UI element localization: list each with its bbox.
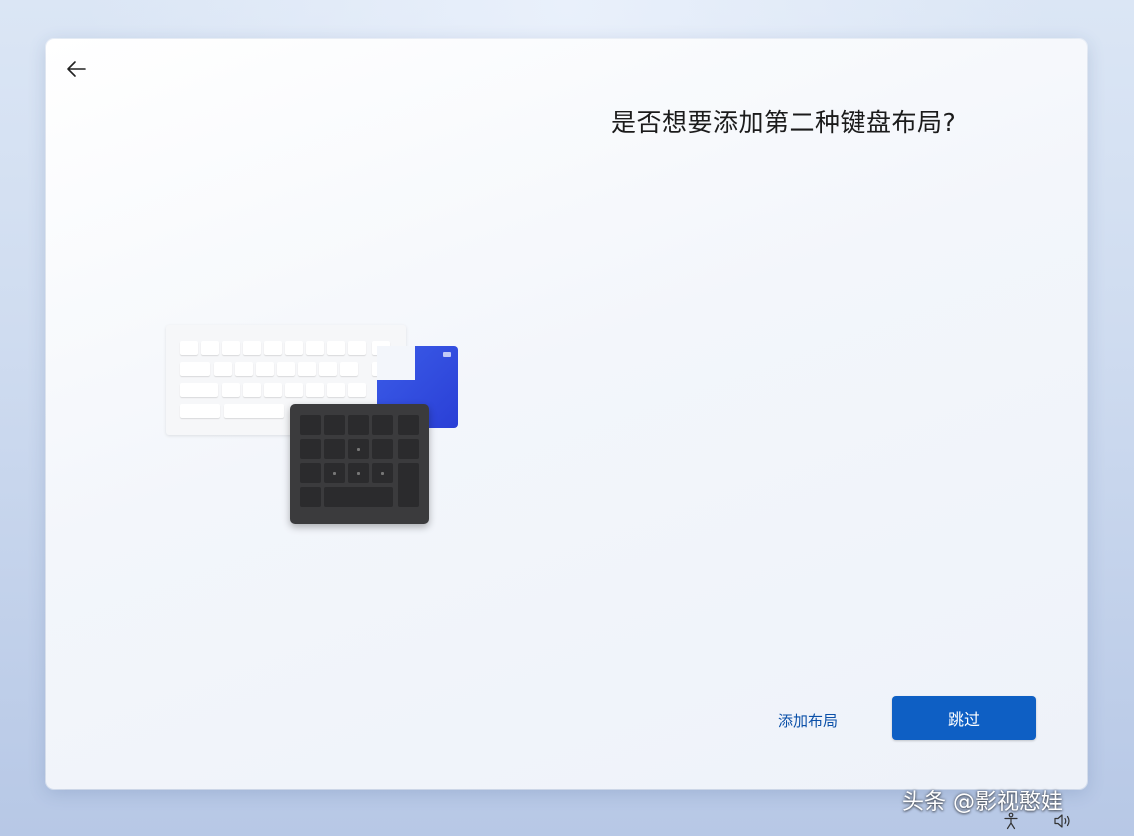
keyboard-key-graphic [306,383,324,397]
keyboard-key-graphic [214,362,232,376]
accessibility-icon[interactable] [1000,810,1022,832]
keyboard-key-graphic [243,383,261,397]
keyboard-key-graphic [180,383,218,397]
numpad-key-graphic [324,487,393,507]
keyboard-key-graphic [327,341,345,355]
keyboard-key-graphic [201,341,219,355]
numpad-key-graphic [348,463,369,483]
keyboard-key-graphic [180,362,210,376]
watermark-text: 头条 @影视憨娃 [902,790,1063,815]
keyboard-key-graphic [243,341,261,355]
keyboard-key-graphic [256,362,274,376]
keyboard-key-graphic [277,362,295,376]
numpad-key-graphic [300,463,321,483]
back-button[interactable] [60,53,92,85]
volume-icon[interactable] [1052,810,1074,832]
keyboard-key-graphic [224,404,284,418]
keyboard-key-graphic [235,362,253,376]
keyboard-key-graphic [264,341,282,355]
numpad-key-graphic [324,415,345,435]
numpad-key-graphic [372,463,393,483]
keyboard-key-graphic [319,362,337,376]
page-title: 是否想要添加第二种键盘布局? [611,108,957,137]
numpad-key-graphic [348,415,369,435]
keyboard-key-graphic [285,341,303,355]
numpad-graphic [290,404,429,524]
keyboard-key-graphic [180,404,220,418]
numpad-key-graphic [372,415,393,435]
skip-button[interactable]: 跳过 [892,696,1036,740]
numpad-key-graphic [398,415,419,435]
keyboard-key-graphic [180,341,198,355]
keyboard-key-graphic [348,383,366,397]
keyboard-illustration [166,325,466,530]
keyboard-key-graphic [285,383,303,397]
setup-window: 是否想要添加第二种键盘布局? 添加布局 跳过 [46,39,1087,789]
keyboard-key-graphic [340,362,358,376]
keyboard-key-graphic [298,362,316,376]
numpad-key-graphic [300,439,321,459]
numpad-key-graphic [398,463,419,507]
volume-icon-glyph [1054,814,1070,828]
keyboard-key-graphic [327,383,345,397]
numpad-key-graphic [372,439,393,459]
accessibility-icon-glyph [1004,812,1018,830]
numpad-key-graphic [324,439,345,459]
arrow-left-icon [67,61,86,77]
keyboard-key-graphic [348,341,366,355]
keyboard-key-graphic [222,383,240,397]
keyboard-key-graphic [306,341,324,355]
numpad-key-graphic [348,439,369,459]
numpad-key-graphic [398,439,419,459]
numpad-key-graphic [300,487,321,507]
keyboard-key-graphic [264,383,282,397]
numpad-key-graphic [324,463,345,483]
numpad-key-graphic [300,415,321,435]
keyboard-key-graphic [222,341,240,355]
add-layout-button[interactable]: 添加布局 [763,703,853,737]
